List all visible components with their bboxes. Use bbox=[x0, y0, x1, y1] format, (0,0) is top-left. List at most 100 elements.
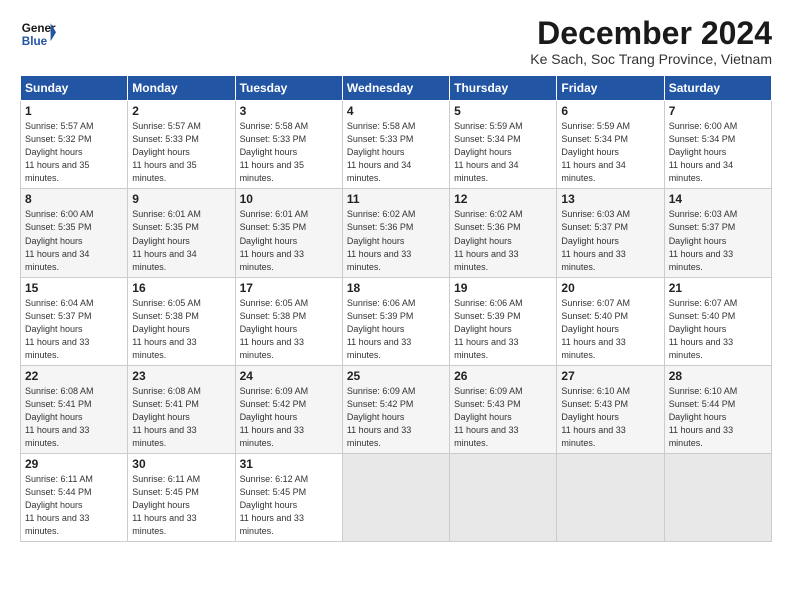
day-info: Sunrise: 6:01 AMSunset: 5:35 PMDaylight … bbox=[240, 209, 309, 271]
calendar-day-cell: 29 Sunrise: 6:11 AMSunset: 5:44 PMDaylig… bbox=[21, 454, 128, 542]
calendar-day-cell: 8 Sunrise: 6:00 AMSunset: 5:35 PMDayligh… bbox=[21, 189, 128, 277]
calendar-day-cell: 13 Sunrise: 6:03 AMSunset: 5:37 PMDaylig… bbox=[557, 189, 664, 277]
header-saturday: Saturday bbox=[664, 76, 771, 101]
day-info: Sunrise: 6:09 AMSunset: 5:42 PMDaylight … bbox=[240, 386, 309, 448]
day-number: 5 bbox=[454, 104, 552, 118]
calendar-day-cell: 28 Sunrise: 6:10 AMSunset: 5:44 PMDaylig… bbox=[664, 365, 771, 453]
calendar-day-cell: 19 Sunrise: 6:06 AMSunset: 5:39 PMDaylig… bbox=[450, 277, 557, 365]
day-number: 23 bbox=[132, 369, 230, 383]
day-number: 6 bbox=[561, 104, 659, 118]
day-number: 16 bbox=[132, 281, 230, 295]
calendar-day-cell: 31 Sunrise: 6:12 AMSunset: 5:45 PMDaylig… bbox=[235, 454, 342, 542]
logo: General Blue bbox=[20, 16, 56, 52]
day-info: Sunrise: 5:57 AMSunset: 5:32 PMDaylight … bbox=[25, 121, 94, 183]
day-info: Sunrise: 6:02 AMSunset: 5:36 PMDaylight … bbox=[454, 209, 523, 271]
month-title: December 2024 bbox=[530, 16, 772, 51]
day-number: 22 bbox=[25, 369, 123, 383]
day-info: Sunrise: 6:06 AMSunset: 5:39 PMDaylight … bbox=[347, 298, 416, 360]
calendar-week-row: 1 Sunrise: 5:57 AMSunset: 5:32 PMDayligh… bbox=[21, 101, 772, 189]
day-number: 19 bbox=[454, 281, 552, 295]
day-info: Sunrise: 6:07 AMSunset: 5:40 PMDaylight … bbox=[561, 298, 630, 360]
calendar-day-cell bbox=[557, 454, 664, 542]
header-thursday: Thursday bbox=[450, 76, 557, 101]
calendar-day-cell: 7 Sunrise: 6:00 AMSunset: 5:34 PMDayligh… bbox=[664, 101, 771, 189]
calendar-week-row: 29 Sunrise: 6:11 AMSunset: 5:44 PMDaylig… bbox=[21, 454, 772, 542]
header-friday: Friday bbox=[557, 76, 664, 101]
day-info: Sunrise: 6:08 AMSunset: 5:41 PMDaylight … bbox=[132, 386, 201, 448]
day-number: 12 bbox=[454, 192, 552, 206]
day-number: 27 bbox=[561, 369, 659, 383]
day-info: Sunrise: 6:05 AMSunset: 5:38 PMDaylight … bbox=[240, 298, 309, 360]
day-number: 7 bbox=[669, 104, 767, 118]
calendar-day-cell: 9 Sunrise: 6:01 AMSunset: 5:35 PMDayligh… bbox=[128, 189, 235, 277]
day-number: 10 bbox=[240, 192, 338, 206]
calendar-day-cell: 18 Sunrise: 6:06 AMSunset: 5:39 PMDaylig… bbox=[342, 277, 449, 365]
calendar-day-cell bbox=[342, 454, 449, 542]
calendar-week-row: 22 Sunrise: 6:08 AMSunset: 5:41 PMDaylig… bbox=[21, 365, 772, 453]
day-info: Sunrise: 5:58 AMSunset: 5:33 PMDaylight … bbox=[240, 121, 309, 183]
calendar-day-cell: 26 Sunrise: 6:09 AMSunset: 5:43 PMDaylig… bbox=[450, 365, 557, 453]
calendar-day-cell: 30 Sunrise: 6:11 AMSunset: 5:45 PMDaylig… bbox=[128, 454, 235, 542]
day-number: 20 bbox=[561, 281, 659, 295]
day-info: Sunrise: 6:04 AMSunset: 5:37 PMDaylight … bbox=[25, 298, 94, 360]
day-number: 14 bbox=[669, 192, 767, 206]
calendar-day-cell: 12 Sunrise: 6:02 AMSunset: 5:36 PMDaylig… bbox=[450, 189, 557, 277]
day-info: Sunrise: 6:02 AMSunset: 5:36 PMDaylight … bbox=[347, 209, 416, 271]
day-info: Sunrise: 6:12 AMSunset: 5:45 PMDaylight … bbox=[240, 474, 309, 536]
day-info: Sunrise: 6:10 AMSunset: 5:43 PMDaylight … bbox=[561, 386, 630, 448]
calendar-day-cell: 22 Sunrise: 6:08 AMSunset: 5:41 PMDaylig… bbox=[21, 365, 128, 453]
day-number: 1 bbox=[25, 104, 123, 118]
day-number: 3 bbox=[240, 104, 338, 118]
day-number: 15 bbox=[25, 281, 123, 295]
day-number: 4 bbox=[347, 104, 445, 118]
title-block: December 2024 Ke Sach, Soc Trang Provinc… bbox=[530, 16, 772, 67]
calendar-day-cell bbox=[450, 454, 557, 542]
day-info: Sunrise: 6:11 AMSunset: 5:45 PMDaylight … bbox=[132, 474, 200, 536]
day-number: 30 bbox=[132, 457, 230, 471]
day-info: Sunrise: 6:11 AMSunset: 5:44 PMDaylight … bbox=[25, 474, 93, 536]
calendar-day-cell: 3 Sunrise: 5:58 AMSunset: 5:33 PMDayligh… bbox=[235, 101, 342, 189]
day-info: Sunrise: 5:59 AMSunset: 5:34 PMDaylight … bbox=[454, 121, 523, 183]
calendar-day-cell: 5 Sunrise: 5:59 AMSunset: 5:34 PMDayligh… bbox=[450, 101, 557, 189]
calendar-day-cell: 2 Sunrise: 5:57 AMSunset: 5:33 PMDayligh… bbox=[128, 101, 235, 189]
day-info: Sunrise: 6:00 AMSunset: 5:34 PMDaylight … bbox=[669, 121, 738, 183]
day-number: 13 bbox=[561, 192, 659, 206]
logo-icon: General Blue bbox=[20, 16, 56, 52]
day-info: Sunrise: 6:07 AMSunset: 5:40 PMDaylight … bbox=[669, 298, 738, 360]
svg-text:Blue: Blue bbox=[22, 35, 48, 48]
day-info: Sunrise: 5:58 AMSunset: 5:33 PMDaylight … bbox=[347, 121, 416, 183]
day-number: 2 bbox=[132, 104, 230, 118]
day-info: Sunrise: 5:59 AMSunset: 5:34 PMDaylight … bbox=[561, 121, 630, 183]
day-info: Sunrise: 6:06 AMSunset: 5:39 PMDaylight … bbox=[454, 298, 523, 360]
calendar-day-cell: 4 Sunrise: 5:58 AMSunset: 5:33 PMDayligh… bbox=[342, 101, 449, 189]
calendar-day-cell: 16 Sunrise: 6:05 AMSunset: 5:38 PMDaylig… bbox=[128, 277, 235, 365]
day-info: Sunrise: 5:57 AMSunset: 5:33 PMDaylight … bbox=[132, 121, 201, 183]
calendar-day-cell: 14 Sunrise: 6:03 AMSunset: 5:37 PMDaylig… bbox=[664, 189, 771, 277]
calendar-day-cell: 20 Sunrise: 6:07 AMSunset: 5:40 PMDaylig… bbox=[557, 277, 664, 365]
day-number: 8 bbox=[25, 192, 123, 206]
day-info: Sunrise: 6:00 AMSunset: 5:35 PMDaylight … bbox=[25, 209, 94, 271]
header-monday: Monday bbox=[128, 76, 235, 101]
calendar-day-cell: 25 Sunrise: 6:09 AMSunset: 5:42 PMDaylig… bbox=[342, 365, 449, 453]
day-number: 24 bbox=[240, 369, 338, 383]
calendar-day-cell: 10 Sunrise: 6:01 AMSunset: 5:35 PMDaylig… bbox=[235, 189, 342, 277]
calendar: Sunday Monday Tuesday Wednesday Thursday… bbox=[20, 75, 772, 542]
header-sunday: Sunday bbox=[21, 76, 128, 101]
calendar-day-cell: 11 Sunrise: 6:02 AMSunset: 5:36 PMDaylig… bbox=[342, 189, 449, 277]
header-wednesday: Wednesday bbox=[342, 76, 449, 101]
day-info: Sunrise: 6:08 AMSunset: 5:41 PMDaylight … bbox=[25, 386, 94, 448]
calendar-day-cell: 24 Sunrise: 6:09 AMSunset: 5:42 PMDaylig… bbox=[235, 365, 342, 453]
day-number: 11 bbox=[347, 192, 445, 206]
calendar-day-cell bbox=[664, 454, 771, 542]
header: General Blue December 2024 Ke Sach, Soc … bbox=[20, 16, 772, 67]
day-number: 29 bbox=[25, 457, 123, 471]
calendar-day-cell: 15 Sunrise: 6:04 AMSunset: 5:37 PMDaylig… bbox=[21, 277, 128, 365]
weekday-header-row: Sunday Monday Tuesday Wednesday Thursday… bbox=[21, 76, 772, 101]
day-number: 9 bbox=[132, 192, 230, 206]
calendar-day-cell: 23 Sunrise: 6:08 AMSunset: 5:41 PMDaylig… bbox=[128, 365, 235, 453]
day-number: 28 bbox=[669, 369, 767, 383]
calendar-day-cell: 17 Sunrise: 6:05 AMSunset: 5:38 PMDaylig… bbox=[235, 277, 342, 365]
day-info: Sunrise: 6:09 AMSunset: 5:42 PMDaylight … bbox=[347, 386, 416, 448]
day-info: Sunrise: 6:03 AMSunset: 5:37 PMDaylight … bbox=[561, 209, 630, 271]
header-tuesday: Tuesday bbox=[235, 76, 342, 101]
